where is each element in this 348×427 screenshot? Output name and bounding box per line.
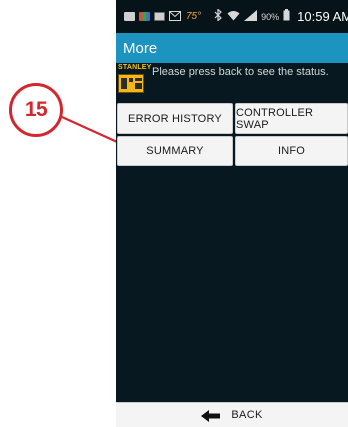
image-icon <box>154 12 165 21</box>
message-icon <box>124 12 135 21</box>
bluetooth-icon <box>213 8 223 24</box>
app-bar: More <box>116 33 348 63</box>
battery-percent: 90% <box>261 11 280 22</box>
temperature-text: 75° <box>186 11 202 22</box>
brand-name: STANLEY <box>118 64 152 71</box>
controller-icon <box>118 74 144 93</box>
manual-figure: 15 75° 90% 10:59 AM More STANLEY Please … <box>0 0 348 427</box>
page-title: More <box>123 39 158 57</box>
stanley-logo: STANLEY <box>118 64 152 94</box>
callout-number: 15 <box>24 98 48 121</box>
status-bar: 75° 90% 10:59 AM <box>116 0 348 33</box>
summary-button[interactable]: SUMMARY <box>117 136 233 166</box>
back-button[interactable]: BACK <box>116 402 348 427</box>
info-button[interactable]: INFO <box>235 136 348 166</box>
clock: 10:59 AM <box>297 9 348 24</box>
email-icon <box>169 10 181 24</box>
system-icons: 90% 10:59 AM <box>213 8 348 24</box>
wifi-icon <box>227 10 240 24</box>
callout-badge: 15 <box>9 83 63 137</box>
status-row: STANLEY Please press back to see the sta… <box>116 63 348 95</box>
back-arrow-icon <box>201 409 221 422</box>
controller-swap-button[interactable]: CONTROLLER SWAP <box>235 103 348 134</box>
phone-screen: 75° 90% 10:59 AM More STANLEY Please pre… <box>116 0 348 427</box>
error-history-button[interactable]: ERROR HISTORY <box>117 103 233 134</box>
app-icon <box>139 12 150 21</box>
notification-icons: 75° <box>116 10 201 24</box>
status-message: Please press back to see the status. <box>152 66 329 78</box>
back-label: BACK <box>231 409 263 421</box>
battery-icon <box>283 9 290 24</box>
signal-icon <box>244 9 258 24</box>
